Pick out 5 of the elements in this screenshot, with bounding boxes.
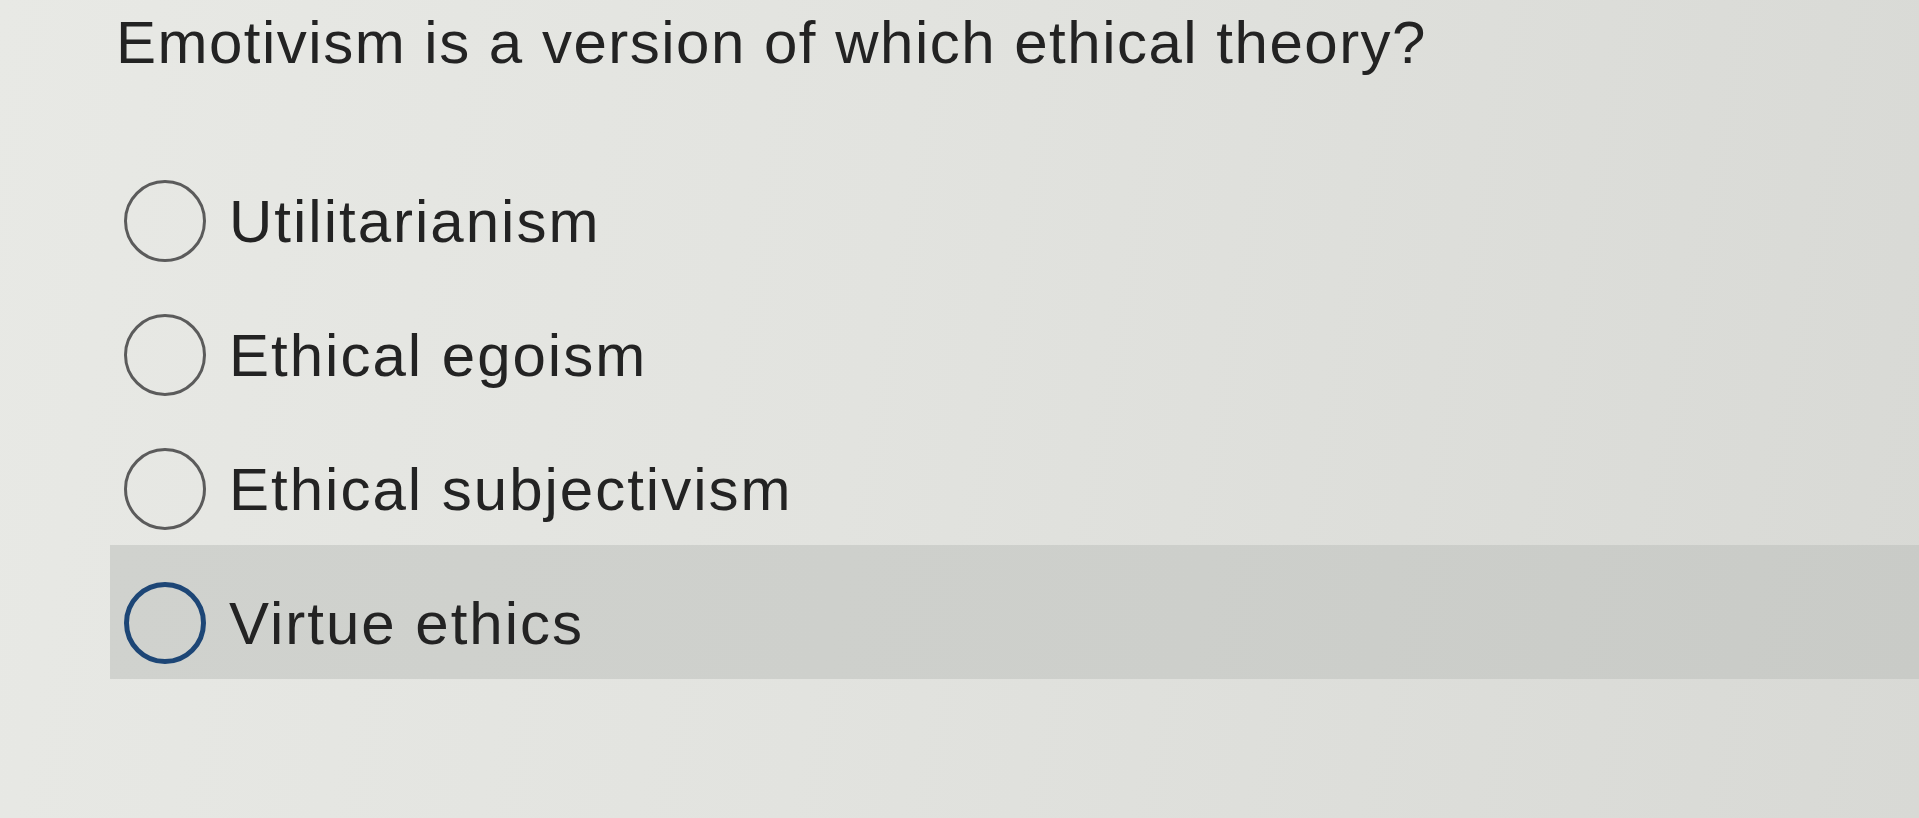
answer-option[interactable]: Virtue ethics <box>110 545 1919 679</box>
answer-option[interactable]: Ethical egoism <box>110 277 662 411</box>
question-text: Emotivism is a version of which ethical theory? <box>116 8 1427 78</box>
answer-option[interactable]: Ethical subjectivism <box>110 411 807 545</box>
answer-option[interactable]: Utilitarianism <box>110 143 615 277</box>
